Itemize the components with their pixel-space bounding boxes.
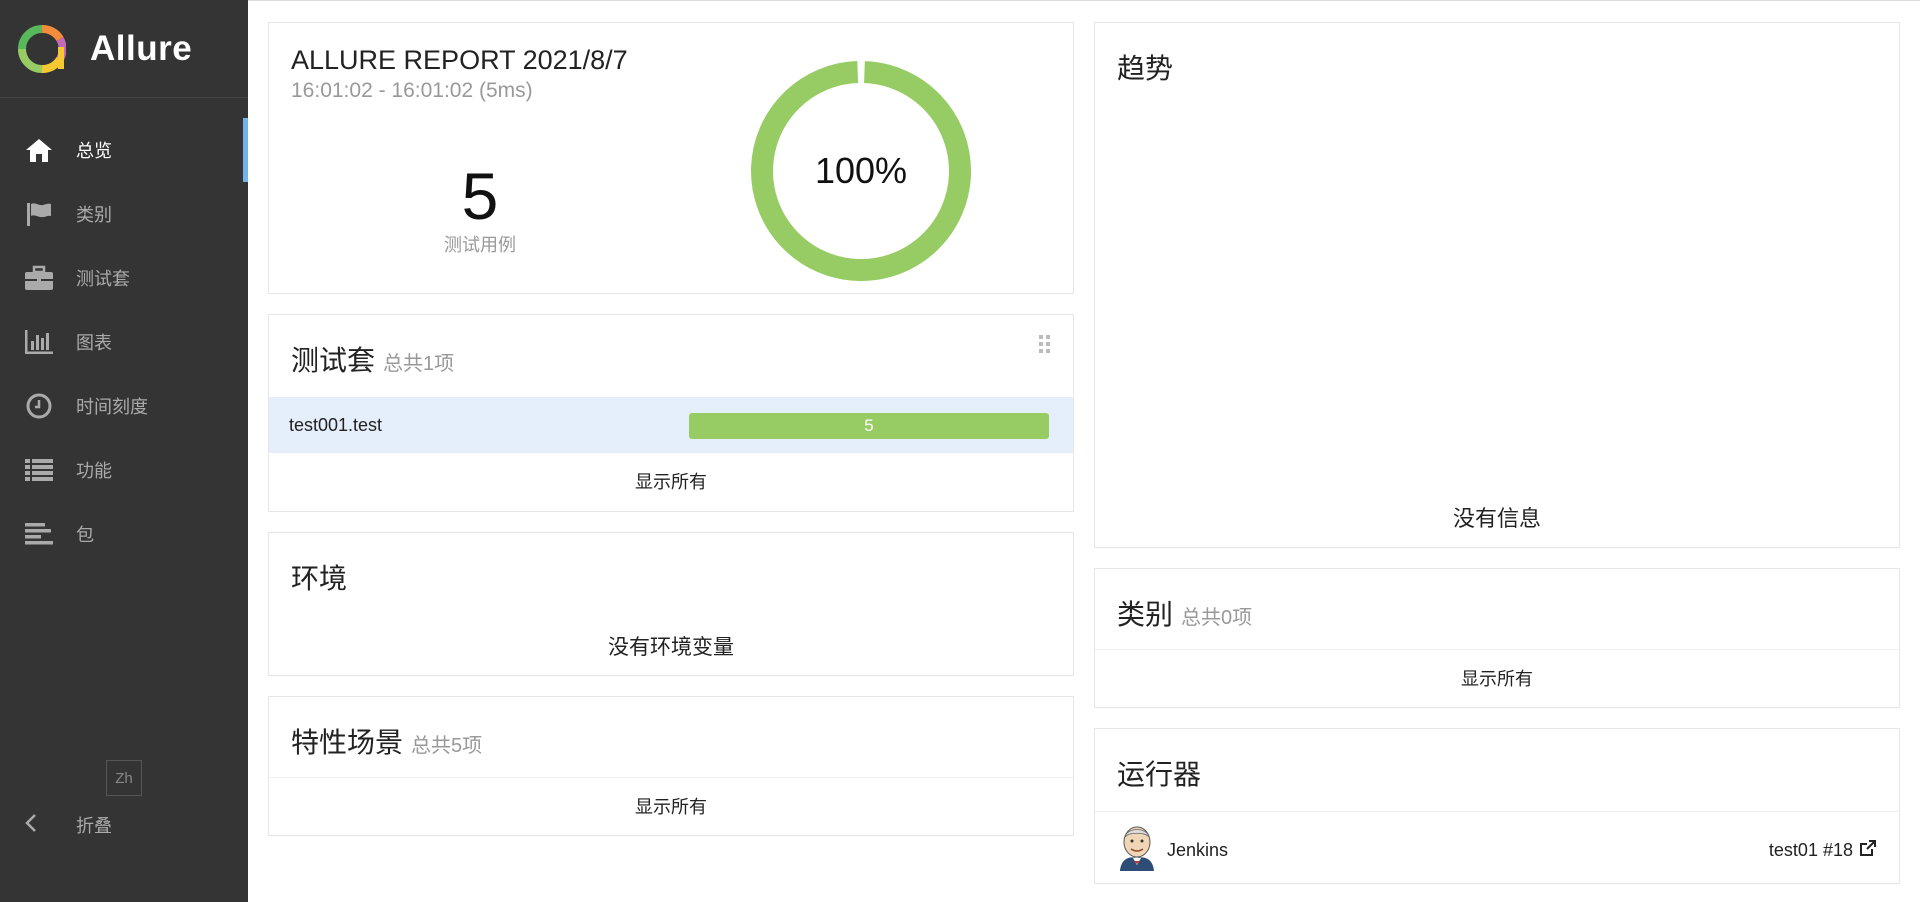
trend-empty: 没有信息 xyxy=(1452,506,1541,531)
drag-handle-icon[interactable] xyxy=(1039,335,1053,355)
sidebar-item-label: 测试套 xyxy=(76,269,130,289)
features-title: 特性场景 xyxy=(291,727,404,758)
categories-show-all[interactable]: 显示所有 xyxy=(1095,649,1899,707)
report-time: 16:01:02 - 16:01:02 (5ms) xyxy=(291,79,533,102)
pass-rate-value: 100% xyxy=(815,150,907,191)
collapse-label: 折叠 xyxy=(76,816,112,836)
sidebar-item-graphs[interactable]: 图表 xyxy=(0,310,248,374)
executors-title: 运行器 xyxy=(1117,759,1202,790)
brand[interactable]: Allure xyxy=(0,0,248,98)
report-title: ALLURE REPORT 2021/8/7 xyxy=(291,45,628,75)
home-icon xyxy=(24,135,54,165)
executors-widget: 运行器 Jenkins test01 #18 xyxy=(1094,728,1900,884)
testcase-count-label: 测试用例 xyxy=(444,235,516,255)
suites-header: 测试套 总共1项 xyxy=(291,339,454,379)
divider xyxy=(248,0,1920,1)
divider xyxy=(1095,811,1899,812)
external-link-icon xyxy=(1859,839,1877,862)
sidebar-item-overview[interactable]: 总览 xyxy=(0,118,248,182)
executor-row: Jenkins test01 #18 xyxy=(1117,825,1877,876)
bar-chart-icon xyxy=(24,327,54,357)
trend-title: 趋势 xyxy=(1117,53,1174,84)
brand-name: Allure xyxy=(90,28,193,68)
sidebar-item-label: 包 xyxy=(76,525,94,545)
executor-build-link[interactable]: test01 #18 xyxy=(1769,839,1877,862)
pass-rate-donut[interactable]: 100% xyxy=(749,59,973,283)
list-icon xyxy=(24,455,54,485)
trend-widget: 趋势 没有信息 xyxy=(1094,22,1900,548)
sidebar-item-suites[interactable]: 测试套 xyxy=(0,246,248,310)
sidebar-item-categories[interactable]: 类别 xyxy=(0,182,248,246)
environment-widget: 环境 没有环境变量 xyxy=(268,532,1074,676)
suites-count: 总共1项 xyxy=(383,353,455,375)
align-left-icon xyxy=(24,519,54,549)
jenkins-avatar-icon xyxy=(1117,825,1157,876)
suite-status-bar[interactable]: 5 xyxy=(689,413,1049,439)
flag-icon xyxy=(24,199,54,229)
collapse-button[interactable]: 折叠 xyxy=(24,812,112,838)
features-header: 特性场景 总共5项 xyxy=(291,721,482,761)
sidebar-nav: 总览 类别 测试套 图表 时间刻度 功能 包 xyxy=(0,118,248,566)
allure-logo-icon xyxy=(18,24,67,73)
suites-show-all[interactable]: 显示所有 xyxy=(269,453,1073,511)
categories-count: 总共0项 xyxy=(1181,607,1253,629)
sidebar-item-timeline[interactable]: 时间刻度 xyxy=(0,374,248,438)
chevron-left-icon xyxy=(24,813,38,838)
sidebar-item-label: 图表 xyxy=(76,333,112,353)
environment-empty: 没有环境变量 xyxy=(608,636,734,659)
sidebar-item-label: 总览 xyxy=(76,141,112,161)
summary-widget: ALLURE REPORT 2021/8/7 16:01:02 - 16:01:… xyxy=(268,22,1074,294)
language-button[interactable]: Zh xyxy=(106,760,142,796)
categories-header: 类别 总共0项 xyxy=(1117,593,1252,633)
suite-name: test001.test xyxy=(289,414,383,435)
sidebar-item-packages[interactable]: 包 xyxy=(0,502,248,566)
briefcase-icon xyxy=(24,263,54,293)
sidebar-item-label: 类别 xyxy=(76,205,112,225)
suites-widget: 测试套 总共1项 test001.test 5 显示所有 xyxy=(268,314,1074,512)
sidebar: Allure 总览 类别 测试套 图表 时间刻度 功能 包 Zh 折叠 xyxy=(0,0,248,902)
features-widget: 特性场景 总共5项 显示所有 xyxy=(268,696,1074,836)
sidebar-item-label: 时间刻度 xyxy=(76,397,148,417)
suites-title: 测试套 xyxy=(291,345,376,376)
main-content: ALLURE REPORT 2021/8/7 16:01:02 - 16:01:… xyxy=(248,0,1920,902)
sidebar-item-label: 功能 xyxy=(76,461,112,481)
clock-icon xyxy=(24,391,54,421)
environment-title: 环境 xyxy=(291,563,348,594)
testcase-count: 5 xyxy=(461,159,499,233)
features-count: 总共5项 xyxy=(411,735,483,757)
executor-name: Jenkins xyxy=(1167,839,1229,860)
categories-title: 类别 xyxy=(1117,599,1174,630)
executor-build: test01 #18 xyxy=(1768,839,1853,860)
categories-widget: 类别 总共0项 显示所有 xyxy=(1094,568,1900,708)
sidebar-item-behaviors[interactable]: 功能 xyxy=(0,438,248,502)
features-show-all[interactable]: 显示所有 xyxy=(269,777,1073,835)
